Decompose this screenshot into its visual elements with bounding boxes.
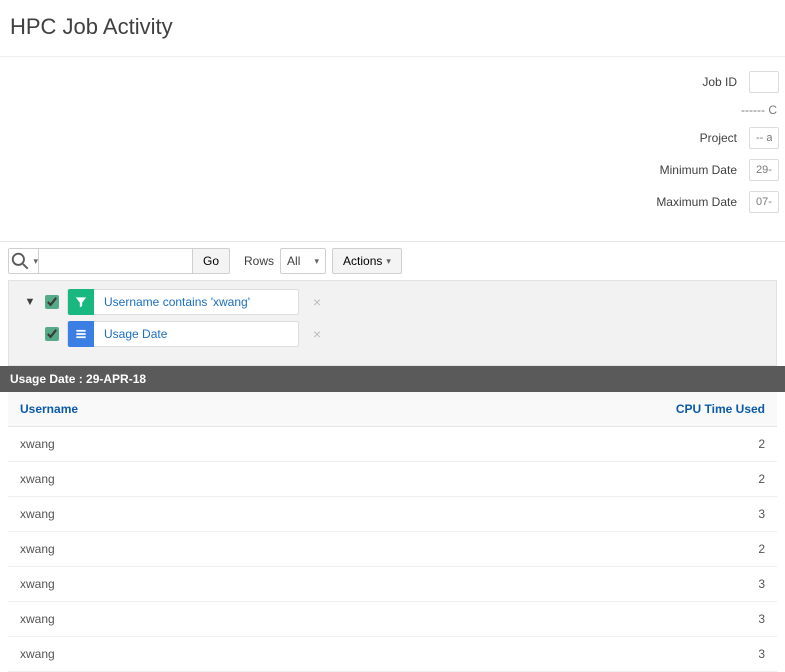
cell-cpu-time: 3 [328,567,777,602]
cell-cpu-time: 2 [328,532,777,567]
project-input[interactable] [749,127,779,149]
actions-button[interactable]: Actions ▾ [332,248,402,274]
rows-select-value: All [287,254,300,268]
chevron-down-icon: ▾ [315,256,320,267]
remove-filter-button[interactable]: × [313,295,321,309]
search-group: ▾ Go [8,248,230,274]
cell-username: xwang [8,427,328,462]
cell-cpu-time: 2 [328,427,777,462]
cell-cpu-time: 3 [328,497,777,532]
cell-username: xwang [8,462,328,497]
job-id-input[interactable] [749,71,779,93]
cell-username: xwang [8,637,328,672]
rows-select[interactable]: All ▾ [280,248,326,274]
search-column-selector[interactable]: ▾ [8,248,38,274]
remove-break-button[interactable]: × [313,327,321,341]
table-row: xwang3 [8,567,777,602]
table-row: xwang2 [8,462,777,497]
max-date-input[interactable] [749,191,779,213]
break-enable-checkbox[interactable] [45,327,59,341]
controlbreak-icon [68,321,94,347]
go-button[interactable]: Go [192,248,230,274]
cell-cpu-time: 3 [328,602,777,637]
cell-cpu-time: 2 [328,462,777,497]
min-date-label: Minimum Date [660,163,737,177]
filter-form: Job ID ------ C Project Minimum Date Max… [0,57,785,241]
cell-username: xwang [8,532,328,567]
table-row: xwang3 [8,602,777,637]
min-date-input[interactable] [749,159,779,181]
form-divider-text: ------ C [741,103,777,117]
filter-chip-text: Username contains 'xwang' [104,295,250,309]
cell-username: xwang [8,567,328,602]
cell-username: xwang [8,602,328,637]
interactive-report: ▾ Go Rows All ▾ Actions ▾ ▼ Username con… [0,241,785,672]
search-icon [9,250,31,272]
group-header: Usage Date : 29-APR-18 [0,366,785,392]
cell-username: xwang [8,497,328,532]
chevron-down-icon: ▾ [386,256,391,267]
filter-enable-checkbox[interactable] [45,295,59,309]
report-toolbar: ▾ Go Rows All ▾ Actions ▾ [8,248,777,274]
table-row: xwang2 [8,427,777,462]
control-panel: ▼ Username contains 'xwang' × Usage Date… [8,280,777,366]
page-title: HPC Job Activity [0,0,785,56]
project-label: Project [700,131,737,145]
controlbreak-chip[interactable]: Usage Date [67,321,299,347]
search-input[interactable] [38,248,192,274]
rows-label: Rows [244,254,274,268]
filter-chip[interactable]: Username contains 'xwang' [67,289,299,315]
table-row: xwang3 [8,637,777,672]
table-row: xwang3 [8,497,777,532]
table-row: xwang2 [8,532,777,567]
actions-label: Actions [343,254,382,268]
controlbreak-chip-text: Usage Date [104,327,167,341]
results-table: Username CPU Time Used xwang2xwang2xwang… [8,392,777,672]
job-id-label: Job ID [702,75,737,89]
max-date-label: Maximum Date [656,195,737,209]
funnel-icon [68,289,94,315]
col-cpu-time[interactable]: CPU Time Used [328,392,777,427]
col-username[interactable]: Username [8,392,328,427]
cell-cpu-time: 3 [328,637,777,672]
collapse-toggle[interactable]: ▼ [23,296,37,308]
